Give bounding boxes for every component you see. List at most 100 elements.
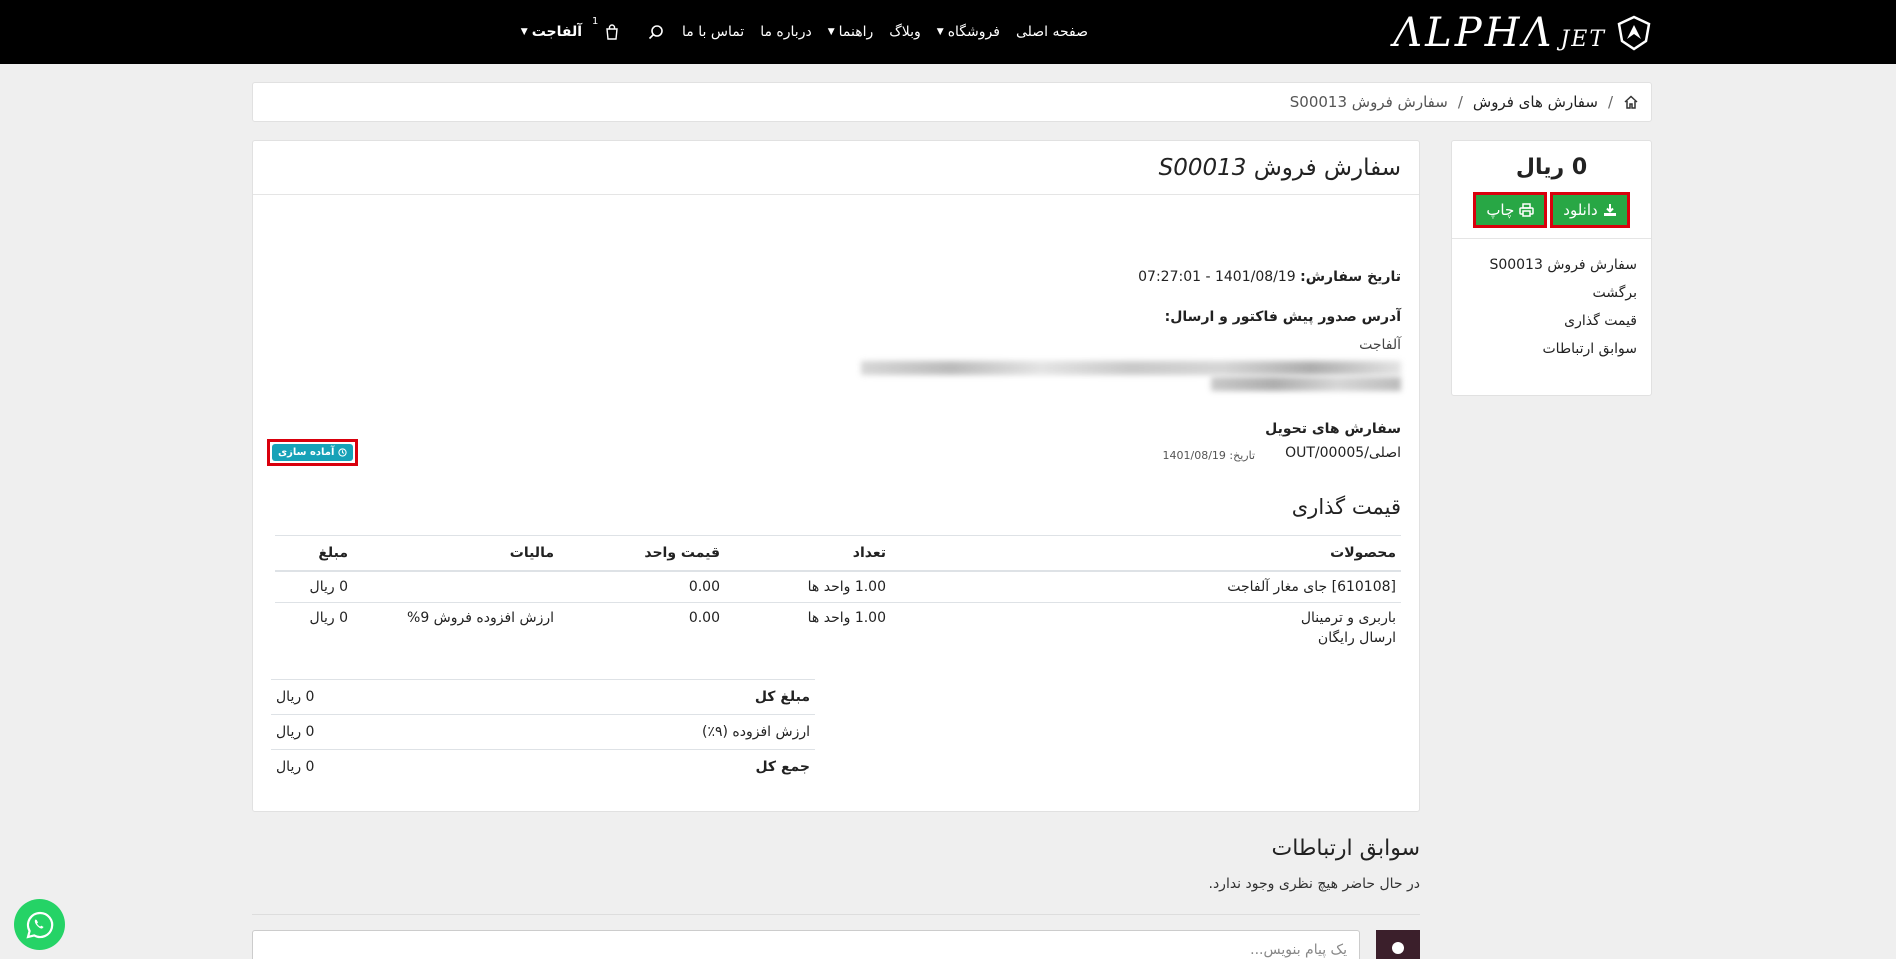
qty-cell: 1.00 واحد ها [725,570,891,603]
order-date-label: تاریخ سفارش: [1300,269,1401,285]
nav-guide[interactable]: راهنما ▼ [828,24,874,40]
order-lines-table: محصولات تعداد قیمت واحد مالیات مبلغ [610… [275,535,1401,674]
product-name: باربری و ترمینال [1300,609,1396,626]
blurred-address-line [861,361,1401,375]
subtotal-row: مبلغ کل 0 ریال [271,679,815,715]
print-highlight: چاپ [1473,192,1548,228]
status-badge: آماده سازی [272,444,354,461]
total-row: جمع کل 0 ریال [271,749,815,785]
table-row: [610108] جای مغار آلفاجت 1.00 واحد ها 0.… [275,570,1401,603]
nav-shop[interactable]: فروشگاه ▼ [937,24,1000,40]
address-name: آلفاجت [1359,337,1401,353]
download-icon [1603,203,1617,217]
logo-text: ΛLPHΛ [1393,10,1555,56]
top-navbar: ΛLPHΛ JET صفحه اصلی فروشگاه ▼ وبلاگ راهن… [0,0,1896,64]
title-prefix: سفارش فروش [1253,154,1401,181]
product-cell: باربری و ترمینال ارسال رایگان [891,602,1401,674]
order-summary-sidebar: 0 ریال دانلود چاپ سفارش فروش S00013 برگش… [1451,140,1652,396]
message-placeholder: یک پیام بنویس... [1250,942,1347,958]
breadcrumb-separator: / [1457,93,1463,111]
nav-contact[interactable]: تماس با ما [682,24,744,40]
divider [252,914,1420,915]
search-icon[interactable] [646,22,666,42]
print-icon [1519,203,1535,217]
vat-row: ارزش افزوده (۹٪) 0 ریال [271,714,815,750]
breadcrumb-current: سفارش فروش S00013 [1289,93,1448,111]
avatar [1376,930,1420,959]
tax-cell [353,570,559,603]
cart-icon[interactable]: 1 [592,16,622,42]
nav-home[interactable]: صفحه اصلی [1016,24,1088,40]
history-title: سوابق ارتباطات [1271,836,1421,861]
col-qty: تعداد [725,535,891,572]
status-label: آماده سازی [278,447,335,458]
caret-down-icon: ▼ [827,27,835,37]
nav-shop-label: فروشگاه [947,24,1000,40]
history-empty-text: در حال حاضر هیچ نظری وجود ندارد. [1208,876,1421,892]
nav-guide-label: راهنما [838,24,874,40]
cart-count: 1 [592,16,599,27]
sidebar-link-history[interactable]: سوابق ارتباطات [1452,335,1638,363]
totals-table: مبلغ کل 0 ریال ارزش افزوده (۹٪) 0 ریال ج… [271,679,815,785]
status-highlight: آماده سازی [267,439,359,466]
total-value: 0 ریال [271,749,430,785]
download-label: دانلود [1563,201,1598,219]
breadcrumb: / سفارش های فروش / سفارش فروش S00013 [252,82,1652,122]
main-nav: صفحه اصلی فروشگاه ▼ وبلاگ راهنما ▼ دربار… [521,0,1088,64]
user-name: آلفاجت [531,24,583,40]
product-name: [610108] جای مغار آلفاجت [1227,578,1396,595]
vat-label: ارزش افزوده (۹٪) [429,714,815,750]
order-code: S00013 [1158,154,1247,181]
whatsapp-icon[interactable] [14,899,65,950]
vat-value: 0 ریال [271,714,430,750]
user-menu[interactable]: آلفاجت ▼ [521,24,582,40]
table-row: باربری و ترمینال ارسال رایگان 1.00 واحد … [275,602,1401,674]
nav-blog[interactable]: وبلاگ [889,24,921,40]
amount-cell: 0 ریال [275,570,353,603]
delivery-date: تاریخ: 1401/08/19 [1163,449,1256,462]
brand-logo[interactable]: ΛLPHΛ JET [1393,10,1652,56]
home-icon[interactable] [1623,94,1639,110]
table-header-row: محصولات تعداد قیمت واحد مالیات مبلغ [275,535,1401,572]
caret-down-icon: ▼ [520,27,528,37]
action-buttons: دانلود چاپ [1452,192,1651,228]
breadcrumb-orders[interactable]: سفارش های فروش [1473,93,1598,111]
order-card: سفارش فروش S00013 تاریخ سفارش: 1401/08/1… [252,140,1420,812]
message-input[interactable]: یک پیام بنویس... [252,930,1360,959]
caret-down-icon: ▼ [936,27,944,37]
sidebar-link-pricing[interactable]: قیمت گذاری [1452,307,1637,335]
page-title: سفارش فروش S00013 [1159,155,1401,181]
total-label: جمع کل [429,749,815,785]
delivery-date-label: تاریخ: [1229,449,1255,462]
sidebar-link-back[interactable]: برگشت [1452,279,1637,307]
download-highlight: دانلود [1550,192,1630,228]
pricing-title: قیمت گذاری [1291,495,1401,519]
print-button[interactable]: چاپ [1476,195,1545,225]
download-button[interactable]: دانلود [1553,195,1627,225]
col-taxes: مالیات [353,535,559,572]
col-products: محصولات [891,535,1401,572]
unit-price-cell: 0.00 [688,609,720,626]
unit-price-cell: 0.00 [559,570,725,603]
delivery-date-value: 1401/08/19 [1162,449,1226,462]
delivery-ref[interactable]: اصلی/OUT/00005 [1285,445,1401,461]
blurred-address-line [1211,377,1401,391]
sidebar-links: سفارش فروش S00013 برگشت قیمت گذاری سوابق… [1452,239,1651,363]
user-avatar-icon [1392,942,1404,954]
print-label: چاپ [1486,201,1515,219]
col-unit-price: قیمت واحد [559,535,725,572]
qty-cell: 1.00 واحد ها [807,609,886,626]
deliveries-label: سفارش های تحویل [1265,421,1401,437]
order-amount: 0 ریال [1515,155,1588,180]
nav-about[interactable]: درباره ما [760,24,811,40]
product-description: ارسال رایگان [1317,629,1396,646]
subtotal-label: مبلغ کل [429,679,815,715]
product-cell: [610108] جای مغار آلفاجت [891,570,1401,603]
amount-cell: 0 ریال [309,609,348,626]
order-date-value: 1401/08/19 - 07:27:01 [1138,269,1296,285]
logo-shield-icon [1617,15,1651,51]
subtotal-value: 0 ریال [271,679,430,715]
order-header: سفارش فروش S00013 [253,141,1419,195]
sidebar-link-order[interactable]: سفارش فروش S00013 [1452,251,1637,279]
clock-icon [338,448,348,457]
